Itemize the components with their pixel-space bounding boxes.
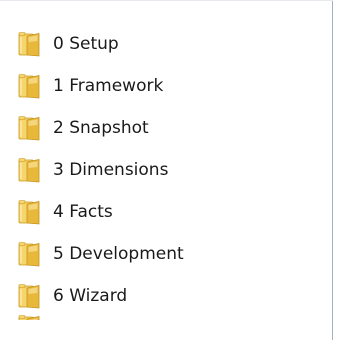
folder-item-snapshot[interactable]: 2 Snapshot xyxy=(0,107,300,149)
folder-icon xyxy=(18,241,41,267)
folder-item-development[interactable]: 5 Development xyxy=(0,233,300,275)
folder-icon xyxy=(18,283,41,309)
partial-folder-icon xyxy=(18,314,41,320)
folder-item-wizard[interactable]: 6 Wizard xyxy=(0,275,300,317)
folder-label: 0 Setup xyxy=(53,34,119,54)
folder-icon xyxy=(18,157,41,183)
folder-label: 3 Dimensions xyxy=(53,160,169,180)
folder-icon xyxy=(18,115,41,141)
folder-icon xyxy=(18,199,41,225)
folder-list-panel: 0 Setup 1 Framework 2 Snapshot 3 Dimensi… xyxy=(0,0,333,340)
folder-label: 5 Development xyxy=(53,244,184,264)
folder-item-setup[interactable]: 0 Setup xyxy=(0,23,300,65)
folder-icon xyxy=(18,314,41,320)
folder-item-framework[interactable]: 1 Framework xyxy=(0,65,300,107)
folder-item-dimensions[interactable]: 3 Dimensions xyxy=(0,149,300,191)
folder-item-facts[interactable]: 4 Facts xyxy=(0,191,300,233)
folder-icon xyxy=(18,31,41,57)
top-divider xyxy=(0,0,333,1)
folder-label: 4 Facts xyxy=(53,202,113,222)
folder-icon xyxy=(18,73,41,99)
folder-label: 6 Wizard xyxy=(53,286,128,306)
folder-label: 2 Snapshot xyxy=(53,118,149,138)
folder-list: 0 Setup 1 Framework 2 Snapshot 3 Dimensi… xyxy=(0,23,300,317)
folder-label: 1 Framework xyxy=(53,76,164,96)
